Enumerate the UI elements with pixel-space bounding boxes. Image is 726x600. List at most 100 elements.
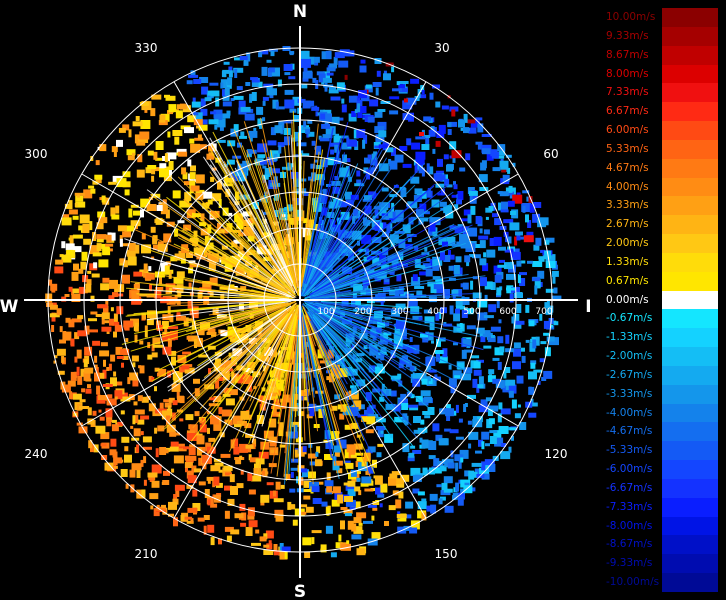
echo-pixel xyxy=(531,277,540,282)
echo-pixel xyxy=(112,451,118,458)
echo-pixel xyxy=(344,74,348,80)
echo-pixel xyxy=(61,241,66,249)
echo-pixel xyxy=(248,130,258,138)
echo-pixel xyxy=(97,304,108,309)
echo-pixel xyxy=(59,339,66,344)
echo-pixel xyxy=(128,242,136,251)
echo-pixel xyxy=(438,438,449,446)
echo-pixel xyxy=(150,226,156,233)
echo-pixel xyxy=(249,93,253,103)
echo-pixel xyxy=(161,504,166,508)
echo-pixel xyxy=(543,332,550,336)
echo-pixel xyxy=(208,119,219,125)
echo-pixel xyxy=(149,493,159,500)
echo-pixel xyxy=(302,71,313,79)
echo-pixel xyxy=(513,348,521,357)
echo-pixel xyxy=(443,488,453,493)
echo-pixel xyxy=(188,74,199,78)
echo-pixel xyxy=(528,412,537,418)
echo-pixel xyxy=(489,430,498,434)
echo-pixel xyxy=(299,50,310,60)
legend-entry: -7.33m/s xyxy=(606,497,718,517)
echo-pixel xyxy=(116,178,127,188)
echo-pixel xyxy=(479,240,486,249)
echo-pixel xyxy=(326,376,331,381)
echo-pixel xyxy=(479,228,483,234)
echo-pixel xyxy=(455,308,460,314)
legend-label: -10.00m/s xyxy=(606,576,660,589)
echo-pixel xyxy=(303,121,307,129)
legend-color-swatch xyxy=(662,478,718,498)
legend-entry: 1.33m/s xyxy=(606,252,718,272)
echo-pixel xyxy=(414,286,425,289)
echo-pixel xyxy=(132,379,139,387)
echo-pixel xyxy=(219,126,224,131)
echo-pixel xyxy=(96,234,107,240)
echo-pixel xyxy=(499,191,509,197)
legend-entry: 10.00m/s xyxy=(606,8,718,27)
legend-entry: -2.00m/s xyxy=(606,347,718,366)
echo-pixel xyxy=(191,101,201,108)
echo-pixel xyxy=(468,443,472,449)
echo-pixel xyxy=(196,435,205,445)
echo-pixel xyxy=(186,335,192,340)
echo-pixel xyxy=(273,498,284,503)
echo-pixel xyxy=(150,505,154,510)
echo-pixel xyxy=(528,320,535,327)
echo-pixel xyxy=(133,271,143,277)
legend-label: 3.33m/s xyxy=(606,199,649,212)
legend-entry: 2.67m/s xyxy=(606,215,718,235)
echo-pixel xyxy=(51,289,56,293)
echo-pixel xyxy=(181,167,187,175)
echo-pixel xyxy=(124,454,132,463)
echo-pixel xyxy=(102,277,110,283)
echo-pixel xyxy=(109,318,114,326)
echo-pixel xyxy=(479,258,487,266)
echo-pixel xyxy=(449,429,459,434)
echo-pixel xyxy=(214,124,218,130)
echo-pixel xyxy=(105,408,113,418)
echo-pixel xyxy=(545,261,556,268)
echo-pixel xyxy=(101,326,112,332)
echo-pixel xyxy=(197,134,202,140)
echo-pixel xyxy=(321,501,328,507)
echo-pixel xyxy=(106,234,112,242)
echo-pixel xyxy=(173,455,184,464)
echo-pixel xyxy=(301,511,307,515)
echo-pixel xyxy=(132,121,143,127)
echo-pixel xyxy=(176,104,187,110)
legend-label: -6.67m/s xyxy=(606,481,653,494)
echo-pixel xyxy=(513,342,521,349)
echo-pixel xyxy=(459,323,463,329)
echo-pixel xyxy=(111,214,120,220)
echo-pixel xyxy=(443,476,453,484)
legend-color-swatch xyxy=(662,45,718,65)
echo-pixel xyxy=(164,265,170,275)
echo-pixel xyxy=(473,416,478,425)
echo-pixel xyxy=(204,97,212,102)
echo-pixel xyxy=(189,172,196,180)
echo-pixel xyxy=(506,287,515,291)
echo-pixel xyxy=(501,201,508,211)
echo-pixel xyxy=(488,206,494,211)
range-label-300: 300 xyxy=(391,307,408,317)
echo-pixel xyxy=(76,194,80,198)
echo-pixel xyxy=(438,498,443,505)
echo-pixel xyxy=(122,274,130,284)
echo-pixel xyxy=(77,375,83,385)
echo-pixel xyxy=(177,395,184,403)
echo-pixel xyxy=(362,139,366,149)
legend-color-swatch xyxy=(662,234,718,253)
echo-pixel xyxy=(408,452,415,458)
legend-label: 8.67m/s xyxy=(606,48,649,61)
echo-pixel xyxy=(266,482,274,486)
echo-pixel xyxy=(179,418,184,422)
echo-pixel xyxy=(496,287,502,296)
legend-color-swatch xyxy=(662,139,718,159)
echo-pixel xyxy=(418,317,423,320)
echo-pixel xyxy=(210,111,217,115)
echo-pixel xyxy=(311,530,322,534)
echo-pixel xyxy=(367,116,375,123)
echo-pixel xyxy=(258,451,269,459)
echo-pixel xyxy=(332,486,341,494)
